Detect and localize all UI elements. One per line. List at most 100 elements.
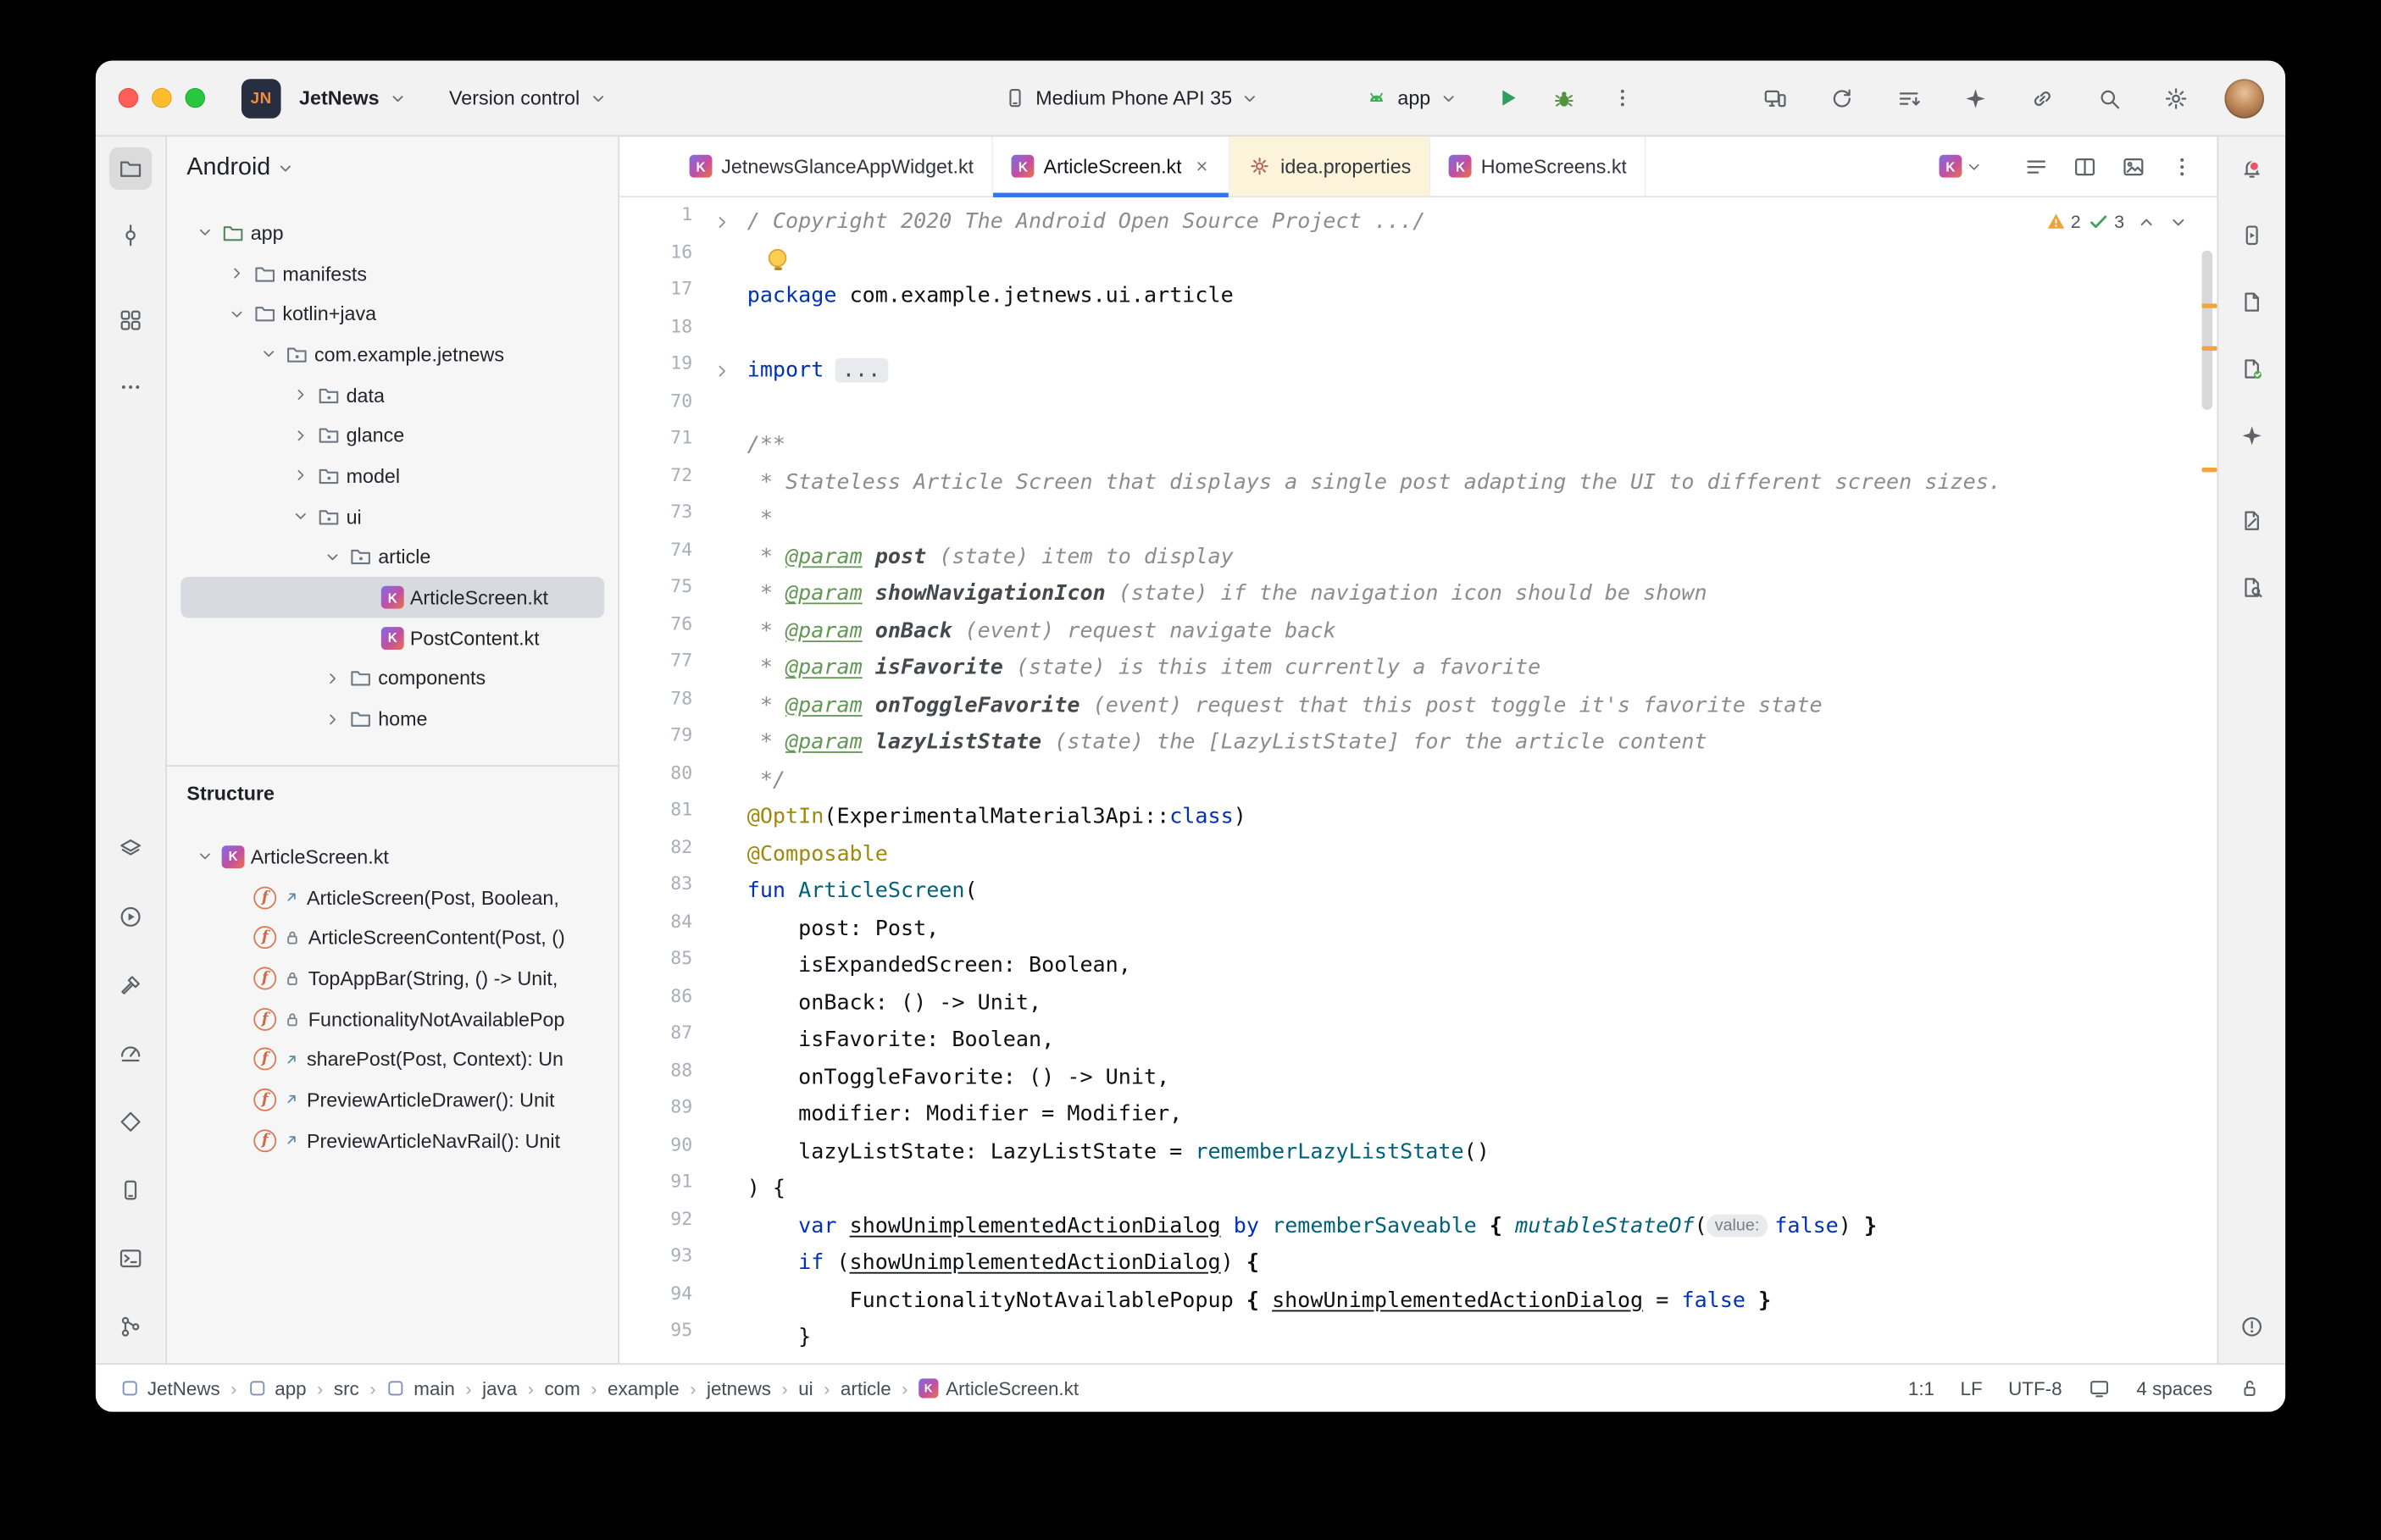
code-line-79[interactable]: * @param lazyListState (state) the [Lazy… xyxy=(747,724,2217,762)
split-editor-button[interactable] xyxy=(2065,147,2105,186)
code-line-94[interactable]: FunctionalityNotAvailablePopup { showUni… xyxy=(747,1282,2217,1319)
code-line-74[interactable]: * @param post (state) item to display xyxy=(747,538,2217,575)
run-configuration-selector[interactable]: app xyxy=(1353,75,1469,121)
tab-idea-properties[interactable]: idea.properties xyxy=(1230,136,1431,196)
build-button[interactable] xyxy=(109,964,152,1006)
warning-stripe-mark[interactable] xyxy=(2202,346,2217,351)
gutter-line-89[interactable]: 89 xyxy=(619,1096,738,1133)
gutter-line-18[interactable]: 18 xyxy=(619,315,738,352)
gutter-line-82[interactable]: 82 xyxy=(619,836,738,873)
editor-scrollbar[interactable] xyxy=(2202,251,2213,410)
debug-button[interactable] xyxy=(1543,77,1585,119)
structure-item-articlescreencontent-post[interactable]: fArticleScreenContent(Post, () xyxy=(180,917,604,958)
project-item-articlescreen-kt[interactable]: KArticleScreen.kt xyxy=(180,577,604,618)
gutter-line-93[interactable]: 93 xyxy=(619,1245,738,1282)
code-line-72[interactable]: * Stateless Article Screen that displays… xyxy=(747,463,2217,501)
breadcrumb-article[interactable]: article xyxy=(841,1377,891,1399)
sync-button[interactable] xyxy=(1888,77,1930,119)
intention-bulb-icon[interactable] xyxy=(769,248,787,267)
next-problem-button[interactable] xyxy=(2168,212,2188,231)
structure-item-previewarticlenavrail-unit[interactable]: fPreviewArticleNavRail(): Unit xyxy=(180,1120,604,1161)
code-line-87[interactable]: isFavorite: Boolean, xyxy=(747,1022,2217,1059)
breadcrumb-src[interactable]: src xyxy=(334,1377,359,1399)
structure-item-previewarticledrawer-unit[interactable]: fPreviewArticleDrawer(): Unit xyxy=(180,1079,604,1120)
code-line-91[interactable]: ) { xyxy=(747,1171,2217,1208)
device-selector[interactable]: Medium Phone API 35 xyxy=(991,75,1271,121)
file-encoding[interactable]: UTF-8 xyxy=(2008,1377,2062,1399)
project-name-menu[interactable]: JetNews xyxy=(287,75,419,121)
gutter-line-81[interactable]: 81 xyxy=(619,799,738,836)
caret-position[interactable]: 1:1 xyxy=(1908,1377,1934,1399)
project-item-home[interactable]: home xyxy=(180,699,604,740)
gutter-line-70[interactable]: 70 xyxy=(619,390,738,427)
gutter-line-91[interactable]: 91 xyxy=(619,1171,738,1208)
structure-item-topappbar-string-unit[interactable]: fTopAppBar(String, () -> Unit, xyxy=(180,958,604,999)
share-button[interactable] xyxy=(2021,77,2063,119)
git-button[interactable] xyxy=(109,1305,152,1348)
gutter-line-73[interactable]: 73 xyxy=(619,501,738,538)
editor[interactable]: 1161718197071727374757677787980818283848… xyxy=(619,197,2217,1363)
code-line-1[interactable]: / Copyright 2020 The Android Open Source… xyxy=(747,203,2217,241)
run-button[interactable] xyxy=(1485,77,1528,119)
indent-setting[interactable]: 4 spaces xyxy=(2136,1377,2212,1399)
device-streaming-button[interactable] xyxy=(1754,77,1796,119)
restore-button[interactable] xyxy=(1821,77,1863,119)
code-line-81[interactable]: @OptIn(ExperimentalMaterial3Api::class) xyxy=(747,799,2217,836)
gutter-line-79[interactable]: 79 xyxy=(619,724,738,762)
code-line-84[interactable]: post: Post, xyxy=(747,910,2217,947)
resource-manager-button[interactable] xyxy=(109,299,152,341)
code-line-71[interactable]: /** xyxy=(747,427,2217,464)
breadcrumb-app[interactable]: app xyxy=(247,1377,307,1399)
code-line-85[interactable]: isExpandedScreen: Boolean, xyxy=(747,947,2217,984)
running-devices-button[interactable] xyxy=(2231,214,2273,257)
code-line-77[interactable]: * @param isFavorite (state) is this item… xyxy=(747,650,2217,687)
gutter-line-77[interactable]: 77 xyxy=(619,650,738,687)
version-control-menu[interactable]: Version control xyxy=(437,75,619,121)
inspections-widget[interactable]: 2 3 xyxy=(2037,208,2195,235)
gemini-button[interactable] xyxy=(2231,414,2273,457)
code-area[interactable]: / Copyright 2020 The Android Open Source… xyxy=(738,203,2217,1363)
avatar[interactable] xyxy=(2224,78,2264,118)
gutter-line-16[interactable]: 16 xyxy=(619,241,738,278)
code-line-78[interactable]: * @param onToggleFavorite (event) reques… xyxy=(747,687,2217,724)
minimize-window-button[interactable] xyxy=(152,88,171,108)
chevron-right-icon[interactable] xyxy=(322,668,343,689)
chevron-down-icon[interactable] xyxy=(194,846,215,867)
structure-item-articlescreen-post-boolean[interactable]: fArticleScreen(Post, Boolean, xyxy=(180,877,604,917)
warnings-indicator[interactable]: 2 xyxy=(2045,211,2080,232)
project-item-data[interactable]: data xyxy=(180,374,604,415)
code-line-86[interactable]: onBack: () -> Unit, xyxy=(747,984,2217,1022)
code-line-17[interactable]: package com.example.jetnews.ui.article xyxy=(747,278,2217,315)
gutter-line-78[interactable]: 78 xyxy=(619,687,738,724)
profiler-button[interactable] xyxy=(109,1033,152,1075)
tab-jetnewsglanceappwidget-kt[interactable]: KJetnewsGlanceAppWidget.kt xyxy=(671,136,993,196)
gutter-line-72[interactable]: 72 xyxy=(619,463,738,501)
terminal-button[interactable] xyxy=(109,1238,152,1280)
code-line-76[interactable]: * @param onBack (event) request navigate… xyxy=(747,612,2217,650)
gutter-line-85[interactable]: 85 xyxy=(619,947,738,984)
code-line-82[interactable]: @Composable xyxy=(747,836,2217,873)
code-line-16[interactable] xyxy=(747,241,2217,278)
close-icon[interactable] xyxy=(1194,158,1211,174)
code-line-80[interactable]: */ xyxy=(747,762,2217,799)
problems-button[interactable] xyxy=(2231,1305,2273,1348)
breadcrumb-jetnews[interactable]: JetNews xyxy=(120,1377,220,1399)
structure-item-functionalitynotavailablepop[interactable]: fFunctionalityNotAvailablePop xyxy=(180,999,604,1039)
project-item-components[interactable]: components xyxy=(180,658,604,699)
plugins-button[interactable] xyxy=(1954,77,1996,119)
project-item-manifests[interactable]: manifests xyxy=(180,253,604,294)
breadcrumb-jetnews[interactable]: jetnews xyxy=(707,1377,771,1399)
gutter-line-75[interactable]: 75 xyxy=(619,575,738,612)
code-line-89[interactable]: modifier: Modifier = Modifier, xyxy=(747,1096,2217,1133)
chevron-down-icon[interactable] xyxy=(290,506,311,527)
chevron-down-icon[interactable] xyxy=(194,222,215,243)
tab-articlescreen-kt[interactable]: KArticleScreen.kt xyxy=(993,136,1230,196)
code-line-88[interactable]: onToggleFavorite: () -> Unit, xyxy=(747,1059,2217,1096)
search-button[interactable] xyxy=(2088,77,2130,119)
app-inspection-button[interactable] xyxy=(109,1100,152,1143)
project-view-selector[interactable]: Android xyxy=(167,136,618,200)
structure-item-sharepost-post-context-un[interactable]: fsharePost(Post, Context): Un xyxy=(180,1039,604,1080)
gutter-line-94[interactable]: 94 xyxy=(619,1282,738,1319)
gutter-line-19[interactable]: 19 xyxy=(619,352,738,390)
settings-button[interactable] xyxy=(2155,77,2197,119)
